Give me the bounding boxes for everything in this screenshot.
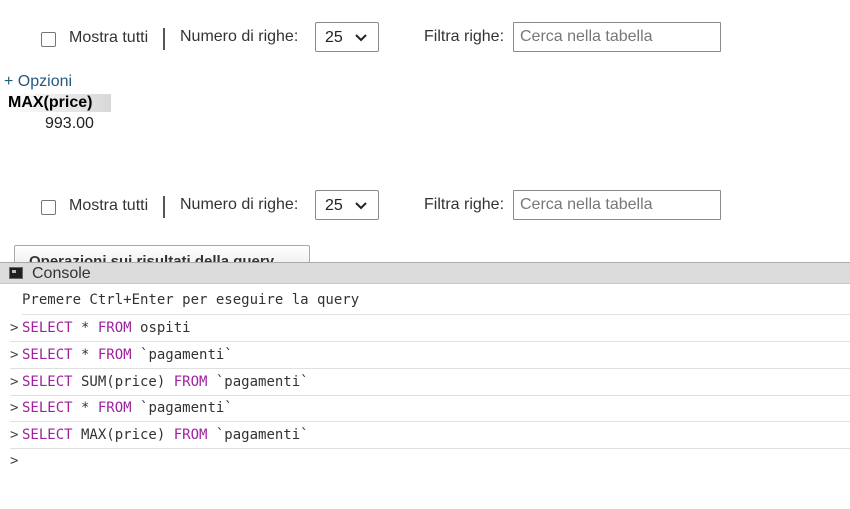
rows-per-page-select[interactable]: 25 — [315, 190, 379, 220]
prompt-caret: > — [10, 427, 19, 443]
sql-fragment: `pagamenti` — [131, 347, 233, 363]
query-history-item[interactable]: > SELECT * FROM ospiti — [0, 315, 850, 342]
sql-fragment: SUM(price) — [72, 374, 174, 390]
options-link[interactable]: + Opzioni — [4, 73, 72, 91]
sql-fragment: `pagamenti` — [131, 400, 233, 416]
filter-label: Filtra righe: — [424, 196, 505, 213]
console-hint: Premere Ctrl+Enter per eseguire la query — [22, 292, 360, 308]
query-history-item[interactable]: > SELECT * FROM `pagamenti` — [0, 395, 850, 422]
sql-fragment: * — [72, 320, 98, 336]
rows-per-page-select[interactable]: 25 — [315, 22, 379, 52]
query-text[interactable]: SELECT * FROM `pagamenti` — [22, 347, 233, 363]
rows-per-page-value: 25 — [325, 29, 343, 46]
query-text[interactable]: SELECT MAX(price) FROM `pagamenti` — [22, 427, 309, 443]
prompt-caret: > — [10, 453, 19, 469]
console-title[interactable]: Console — [32, 265, 91, 283]
sql-fragment: MAX(price) — [72, 427, 174, 443]
sql-fragment: * — [72, 400, 98, 416]
prompt-caret: > — [10, 400, 19, 416]
sql-keyword: FROM — [97, 320, 132, 336]
query-history-item[interactable]: > SELECT MAX(price) FROM `pagamenti` — [0, 422, 850, 449]
show-all-label[interactable]: Mostra tutti — [69, 197, 148, 215]
console-input-row[interactable]: > — [0, 448, 850, 475]
nav-separator — [163, 196, 165, 218]
nav-separator — [163, 28, 165, 50]
column-header-max-price[interactable]: MAX(price) — [4, 94, 111, 112]
chevron-down-icon — [355, 202, 367, 210]
console-toolbar[interactable]: Console — [0, 262, 850, 284]
sql-keyword: FROM — [173, 427, 208, 443]
query-text[interactable]: SELECT SUM(price) FROM `pagamenti` — [22, 374, 309, 390]
query-text[interactable]: SELECT * FROM `pagamenti` — [22, 400, 233, 416]
table-navigation-top: Mostra tutti Numero di righe: 25 Filtra … — [0, 22, 850, 62]
show-all-label[interactable]: Mostra tutti — [69, 29, 148, 47]
filter-rows-input[interactable] — [513, 22, 721, 52]
rows-per-page-value: 25 — [325, 197, 343, 214]
console-body[interactable]: Premere Ctrl+Enter per eseguire la query… — [0, 284, 850, 509]
sql-keyword: FROM — [97, 400, 132, 416]
sql-keyword: SELECT — [22, 427, 73, 443]
prompt-caret: > — [10, 374, 19, 390]
show-all-checkbox[interactable] — [41, 200, 56, 215]
prompt-caret: > — [10, 347, 19, 363]
sql-keyword: SELECT — [22, 320, 73, 336]
show-all-checkbox[interactable] — [41, 32, 56, 47]
sql-keyword: FROM — [173, 374, 208, 390]
rows-label: Numero di righe: — [180, 196, 299, 213]
prompt-caret: > — [10, 320, 19, 336]
query-history-item[interactable]: > SELECT * FROM `pagamenti` — [0, 342, 850, 369]
chevron-down-icon — [355, 34, 367, 42]
sql-fragment: `pagamenti` — [207, 427, 309, 443]
sql-keyword: FROM — [97, 347, 132, 363]
table-navigation-bottom: Mostra tutti Numero di righe: 25 Filtra … — [0, 190, 850, 230]
query-history-item[interactable]: > SELECT SUM(price) FROM `pagamenti` — [0, 369, 850, 396]
query-text[interactable]: SELECT * FROM ospiti — [22, 320, 191, 336]
filter-rows-input[interactable] — [513, 190, 721, 220]
sql-fragment: * — [72, 347, 98, 363]
sql-fragment: `pagamenti` — [207, 374, 309, 390]
sql-keyword: SELECT — [22, 374, 73, 390]
console-icon — [9, 267, 23, 279]
result-cell: 993.00 — [45, 115, 94, 132]
rows-label: Numero di righe: — [180, 28, 299, 45]
sql-keyword: SELECT — [22, 347, 73, 363]
sql-fragment: ospiti — [131, 320, 191, 336]
filter-label: Filtra righe: — [424, 28, 505, 45]
sql-keyword: SELECT — [22, 400, 73, 416]
